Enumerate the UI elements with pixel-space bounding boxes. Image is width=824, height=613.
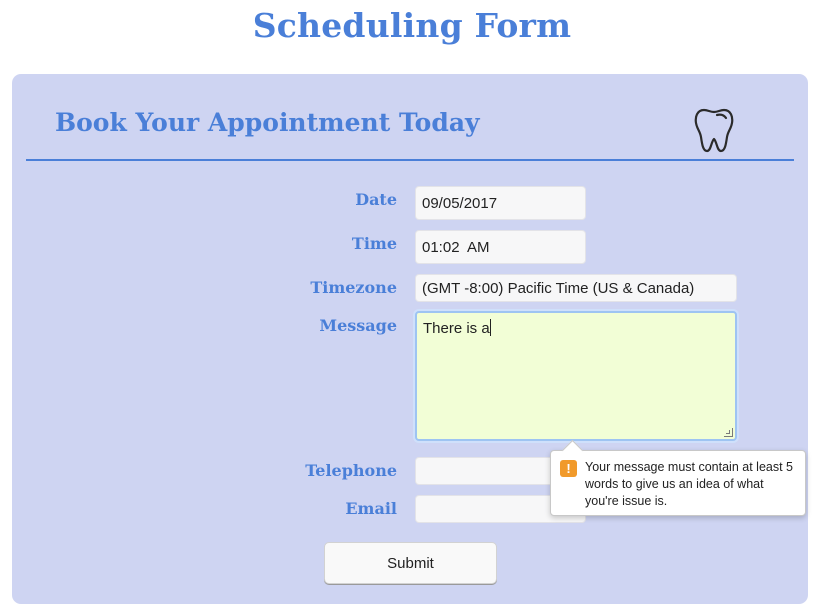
warning-icon: ! — [560, 460, 577, 477]
date-value: 09/05/2017 — [422, 194, 498, 212]
time-label: Time — [351, 234, 397, 253]
validation-message: Your message must contain at least 5 wor… — [585, 460, 793, 508]
page-title: Scheduling Form — [252, 6, 572, 45]
date-input[interactable]: 09/05/2017 — [415, 186, 586, 220]
resize-handle[interactable] — [724, 428, 733, 437]
heading-divider — [26, 159, 794, 161]
timezone-label: Timezone — [310, 278, 397, 297]
message-value: There is a — [423, 320, 490, 337]
timezone-value: (GMT -8:00) Pacific Time (US & Canada) — [422, 279, 695, 297]
time-value: 01:02 AM — [422, 238, 490, 256]
message-textarea[interactable]: There is a — [415, 311, 737, 441]
submit-button[interactable]: Submit — [324, 542, 497, 584]
telephone-label: Telephone — [305, 461, 397, 480]
email-label: Email — [345, 499, 397, 518]
card-heading: Book Your Appointment Today — [55, 108, 480, 137]
timezone-select[interactable]: (GMT -8:00) Pacific Time (US & Canada) — [415, 274, 737, 302]
appointment-card: Book Your Appointment Today Date 09/05/2… — [12, 74, 808, 604]
message-label: Message — [319, 316, 397, 335]
time-input[interactable]: 01:02 AM — [415, 230, 586, 264]
text-caret — [489, 319, 491, 336]
validation-tooltip: ! Your message must contain at least 5 w… — [550, 450, 806, 516]
date-label: Date — [355, 190, 397, 209]
tooth-icon — [694, 108, 734, 153]
